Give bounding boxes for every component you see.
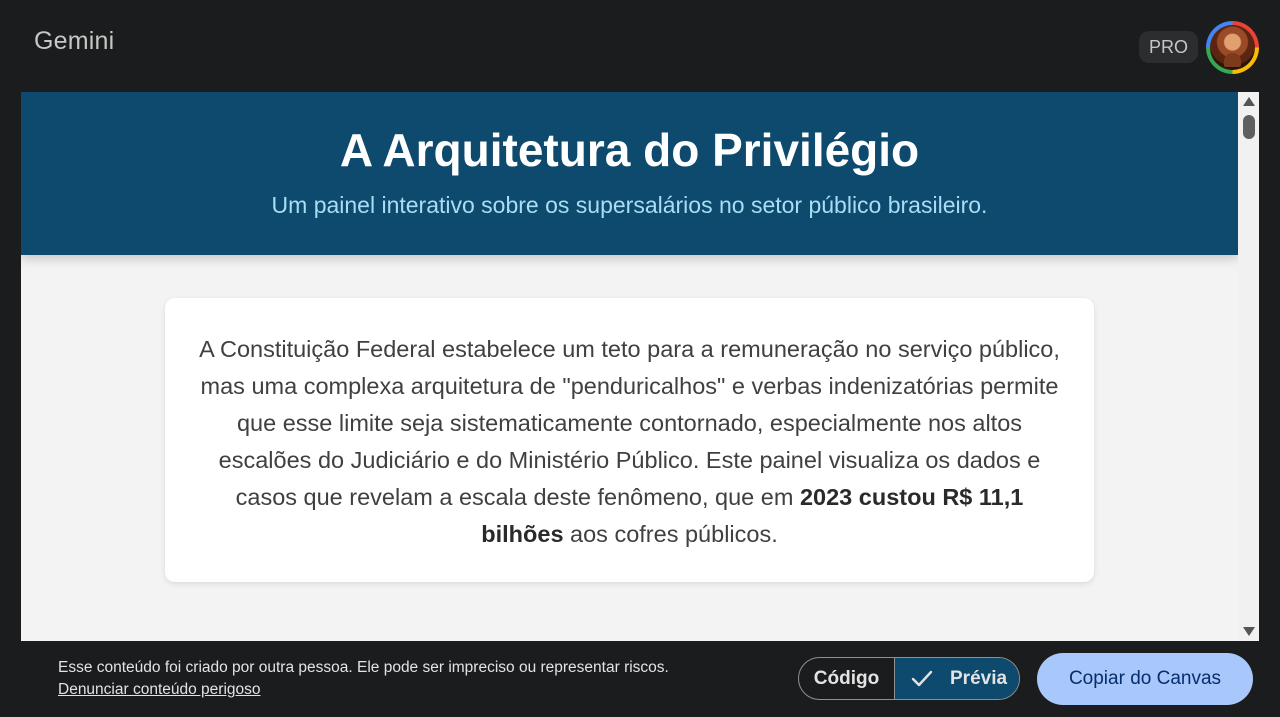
view-toggle: Código Prévia	[798, 657, 1020, 700]
scroll-down-arrow-icon[interactable]	[1243, 627, 1255, 636]
code-tab-button[interactable]: Código	[799, 658, 894, 699]
scrollbar-thumb[interactable]	[1243, 115, 1255, 139]
top-bar: Gemini PRO	[0, 0, 1280, 92]
hero-banner: A Arquitetura do Privilégio Um painel in…	[21, 92, 1238, 255]
page-title: A Arquitetura do Privilégio	[339, 124, 920, 176]
preview-label: Prévia	[950, 668, 1008, 689]
disclaimer-text: Esse conteúdo foi criado por outra pesso…	[58, 659, 669, 676]
pro-badge: PRO	[1139, 31, 1198, 63]
copy-canvas-button[interactable]: Copiar do Canvas	[1037, 653, 1253, 705]
avatar-image	[1210, 25, 1255, 70]
vertical-scrollbar[interactable]	[1238, 92, 1259, 641]
intro-text-after: aos cofres públicos.	[563, 521, 778, 547]
intro-paragraph: A Constituição Federal estabelece um tet…	[193, 331, 1066, 553]
intro-card: A Constituição Federal estabelece um tet…	[165, 298, 1094, 582]
report-content-link[interactable]: Denunciar conteúdo perigoso	[58, 681, 261, 699]
scroll-up-arrow-icon[interactable]	[1243, 97, 1255, 106]
page-subtitle: Um painel interativo sobre os supersalár…	[271, 192, 988, 218]
bottom-bar: Esse conteúdo foi criado por outra pesso…	[0, 641, 1280, 717]
canvas-preview: A Arquitetura do Privilégio Um painel in…	[21, 92, 1259, 641]
preview-tab-button[interactable]: Prévia	[894, 658, 1019, 699]
check-icon	[911, 670, 933, 687]
user-avatar-icon[interactable]	[1206, 21, 1259, 74]
app-brand[interactable]: Gemini	[34, 27, 114, 56]
